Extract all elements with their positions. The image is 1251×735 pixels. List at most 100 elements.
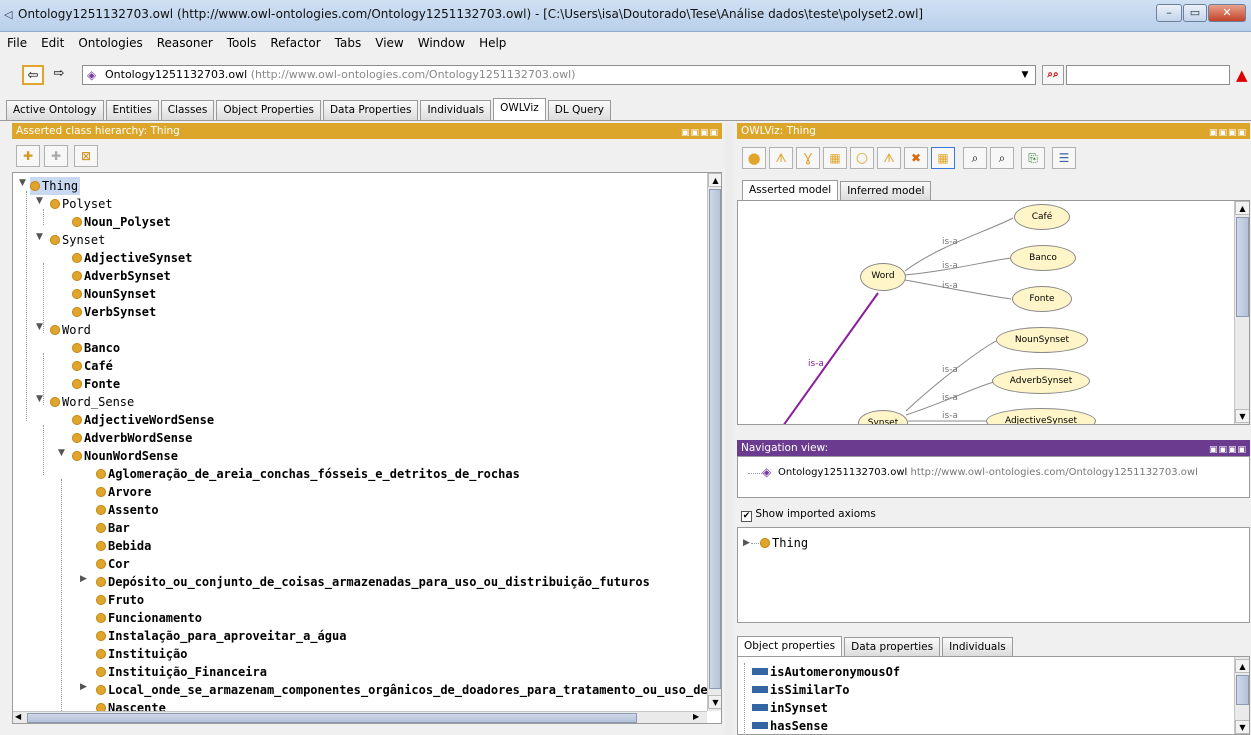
menu-window[interactable]: Window	[411, 32, 472, 50]
scroll-up-icon[interactable]: ▲	[1235, 201, 1249, 215]
scroll-down-icon[interactable]: ▼	[708, 695, 721, 709]
tree-node[interactable]: Instituição	[96, 645, 187, 663]
search-input[interactable]	[1066, 65, 1230, 85]
menu-tabs[interactable]: Tabs	[328, 32, 369, 50]
tree-node[interactable]: Instalação_para_aproveitar_a_água	[96, 627, 346, 645]
graph-node-word[interactable]: Word	[860, 263, 906, 291]
menu-help[interactable]: Help	[472, 32, 513, 50]
property-item[interactable]: isSimilarTo	[752, 683, 849, 697]
tab-data-properties-view[interactable]: Data properties	[844, 637, 941, 656]
tree-node-cafe[interactable]: Café	[72, 357, 113, 375]
scroll-thumb[interactable]	[1236, 217, 1249, 317]
menu-ontologies[interactable]: Ontologies	[71, 32, 149, 50]
tab-dl-query[interactable]: DL Query	[547, 100, 611, 120]
tree-node-synset[interactable]: Synset	[50, 231, 105, 249]
menu-tools[interactable]: Tools	[220, 32, 264, 50]
tab-data-properties[interactable]: Data Properties	[322, 100, 419, 120]
menu-file[interactable]: File	[0, 32, 34, 50]
tab-classes[interactable]: Classes	[160, 100, 215, 120]
graph-node-nounsynset[interactable]: NounSynset	[996, 327, 1088, 353]
scroll-thumb[interactable]	[27, 713, 637, 723]
show-imported-checkbox-row[interactable]: ✔ Show imported axioms	[741, 508, 876, 522]
scroll-thumb[interactable]	[709, 189, 721, 689]
delete-class-button[interactable]: ⊠	[74, 145, 98, 167]
chevron-down-icon[interactable]: ▼	[1017, 66, 1033, 84]
tree-node-banco[interactable]: Banco	[72, 339, 120, 357]
tree-node-noun-polyset[interactable]: Noun_Polyset	[72, 213, 171, 231]
menu-view[interactable]: View	[368, 32, 410, 50]
graph-node-fonte[interactable]: Fonte	[1012, 286, 1072, 312]
collapse-toggle-icon[interactable]: ▼	[58, 448, 65, 458]
show-superclasses-button[interactable]: Ɣ	[796, 147, 820, 169]
tree-node[interactable]: Cor	[96, 555, 130, 573]
export-button[interactable]: ⎘	[1021, 147, 1045, 169]
graph-node-cafe[interactable]: Café	[1014, 204, 1070, 230]
tree-node-nounsynset[interactable]: NounSynset	[72, 285, 156, 303]
close-button[interactable]: ✕	[1208, 4, 1246, 22]
maximize-button[interactable]: ▭	[1183, 4, 1207, 22]
tree-node[interactable]: Assento	[96, 501, 159, 519]
tree-node[interactable]: Bebida	[96, 537, 151, 555]
scroll-thumb[interactable]	[1236, 675, 1249, 705]
add-sibling-button[interactable]: ✚	[44, 145, 68, 167]
tree-node-verbsynset[interactable]: VerbSynset	[72, 303, 156, 321]
collapse-toggle-icon[interactable]: ▼	[36, 232, 43, 242]
expand-toggle-icon[interactable]: ▶	[80, 682, 87, 692]
collapse-toggle-icon[interactable]: ▼	[36, 394, 43, 404]
collapse-toggle-icon[interactable]: ▼	[36, 322, 43, 332]
expand-toggle-icon[interactable]: ▶	[743, 538, 750, 548]
tree-node-nounwordsense[interactable]: NounWordSense	[72, 447, 178, 465]
tree-node-word-sense[interactable]: Word_Sense	[50, 393, 134, 411]
show-class-button[interactable]: ●	[742, 147, 766, 169]
tree-node-adverbsynset[interactable]: AdverbSynset	[72, 267, 171, 285]
tree-node[interactable]: Aglomeração_de_areia_conchas_fósseis_e_d…	[96, 465, 520, 483]
tree-horizontal-scrollbar[interactable]: ◀ ▶	[13, 711, 707, 723]
graph-node-banco[interactable]: Banco	[1010, 245, 1076, 271]
add-subclass-button[interactable]: ✚	[16, 145, 40, 167]
tab-active-ontology[interactable]: Active Ontology	[6, 100, 104, 120]
ontology-selector[interactable]: ◈ Ontology1251132703.owl (http://www.owl…	[82, 65, 1036, 85]
show-subclasses-button[interactable]: ᗑ	[769, 147, 793, 169]
nav-ontology-entry[interactable]: Ontology1251132703.owl http://www.owl-on…	[778, 467, 1198, 478]
tree-node[interactable]: Instituição_Financeira	[96, 663, 267, 681]
collapse-toggle-icon[interactable]: ▼	[19, 178, 26, 188]
scroll-up-icon[interactable]: ▲	[708, 173, 721, 187]
tab-object-properties-view[interactable]: Object properties	[737, 636, 843, 656]
tree-node[interactable]: Arvore	[96, 483, 151, 501]
zoom-out-button[interactable]: ⌕	[963, 147, 987, 169]
scroll-down-icon[interactable]: ▼	[1235, 409, 1249, 423]
property-item[interactable]: hasSense	[752, 719, 828, 733]
collapse-toggle-icon[interactable]: ▼	[36, 196, 43, 206]
menu-refactor[interactable]: Refactor	[263, 32, 327, 50]
property-item[interactable]: inSynset	[752, 701, 828, 715]
options-button[interactable]: ☰	[1052, 147, 1076, 169]
scroll-right-icon[interactable]: ▶	[693, 712, 699, 721]
tree-node-thing[interactable]: Thing	[30, 177, 81, 195]
scroll-down-icon[interactable]: ▼	[1235, 720, 1249, 734]
graph-vertical-scrollbar[interactable]: ▲ ▼	[1234, 201, 1249, 424]
show-graph-button[interactable]: ▦	[931, 147, 955, 169]
expand-toggle-icon[interactable]: ▶	[80, 574, 87, 584]
tree-node-adverbwordsense[interactable]: AdverbWordSense	[72, 429, 192, 447]
tab-owlviz[interactable]: OWLViz	[493, 98, 546, 120]
tree-node[interactable]: Fruto	[96, 591, 144, 609]
minimize-button[interactable]: –	[1156, 4, 1182, 22]
find-button[interactable]: ⌕⌕	[1042, 65, 1064, 85]
tree-node[interactable]: Nascente	[96, 699, 166, 711]
graph-node-adverbsynset[interactable]: AdverbSynset	[992, 368, 1090, 394]
tree-node-adjectivesynset[interactable]: AdjectiveSynset	[72, 249, 192, 267]
hide-class-button[interactable]: ○	[850, 147, 874, 169]
tab-inferred-model[interactable]: Inferred model	[840, 181, 932, 200]
tree-node-fonte[interactable]: Fonte	[72, 375, 120, 393]
tree-node-polyset[interactable]: Polyset	[50, 195, 113, 213]
tab-individuals-view[interactable]: Individuals	[942, 637, 1013, 656]
property-item[interactable]: isAutomeronymousOf	[752, 665, 900, 679]
tab-individuals[interactable]: Individuals	[420, 100, 492, 120]
hide-all-button[interactable]: ✖	[904, 147, 928, 169]
zoom-in-button[interactable]: ⌕	[990, 147, 1014, 169]
tab-asserted-model[interactable]: Asserted model	[742, 180, 839, 200]
forward-button[interactable]: ⇨	[48, 65, 70, 85]
tree-node-word[interactable]: Word	[50, 321, 91, 339]
tab-object-properties[interactable]: Object Properties	[216, 100, 321, 120]
show-imported-checkbox[interactable]: ✔	[741, 511, 752, 522]
